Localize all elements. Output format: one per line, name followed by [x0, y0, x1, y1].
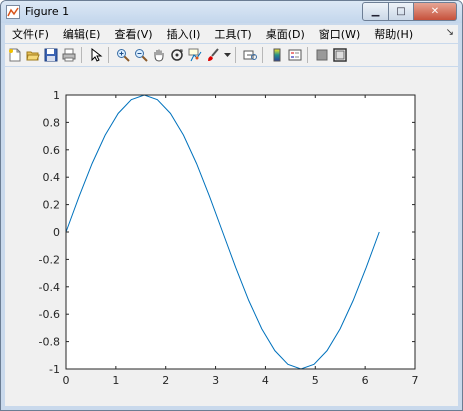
menu-insert[interactable]: 插入(I) — [160, 26, 208, 42]
menu-window[interactable]: 窗口(W) — [312, 26, 367, 42]
new-figure-icon[interactable] — [7, 47, 23, 63]
menu-bar: 文件(F) 编辑(E) 查看(V) 插入(I) 工具(T) 桌面(D) 窗口(W… — [5, 25, 458, 43]
zoom-out-icon[interactable] — [133, 47, 149, 63]
matlab-figure-icon — [6, 5, 20, 19]
minimize-button[interactable]: ▁ — [362, 2, 389, 21]
window-title: Figure 1 — [25, 5, 70, 18]
menu-help[interactable]: 帮助(H) — [367, 26, 420, 42]
toolbar-separator — [235, 47, 236, 63]
brush-dropdown-icon[interactable] — [223, 47, 231, 63]
rotate-3d-icon[interactable] — [169, 47, 185, 63]
link-plot-icon[interactable] — [242, 47, 258, 63]
y-tick-label: 0.2 — [43, 199, 61, 212]
x-tick-label: 4 — [262, 374, 269, 387]
y-tick-label: 0.6 — [43, 144, 61, 157]
dock-figure-icon[interactable]: ↘ — [446, 27, 454, 38]
menu-edit[interactable]: 编辑(E) — [56, 26, 108, 42]
toolbar-separator — [262, 47, 263, 63]
insert-legend-icon[interactable] — [287, 47, 303, 63]
y-tick-label: -0.2 — [39, 253, 60, 266]
hide-plot-tools-icon[interactable] — [314, 47, 330, 63]
figure-canvas: 0 1 2 3 4 5 6 7 1 0.8 0.6 0.4 0.2 0 -0.2 -0.4 -0.6 -0.8 -1 — [5, 67, 458, 406]
y-tick-label: 0.8 — [43, 116, 61, 129]
zoom-in-icon[interactable] — [115, 47, 131, 63]
x-tick-label: 1 — [112, 374, 119, 387]
window-controls: ▁ □ ✕ — [362, 2, 457, 21]
x-tick-label: 5 — [312, 374, 319, 387]
figure-window: Figure 1 ▁ □ ✕ 文件(F) 编辑(E) 查看(V) 插入(I) 工… — [0, 0, 463, 411]
plot-axes[interactable]: 0 1 2 3 4 5 6 7 1 0.8 0.6 0.4 0.2 0 -0.2 -0.4 -0.6 -0.8 -1 — [5, 67, 458, 406]
x-tick-label: 3 — [212, 374, 219, 387]
print-icon[interactable] — [61, 47, 77, 63]
axes-background — [66, 95, 415, 369]
data-cursor-icon[interactable] — [187, 47, 203, 63]
y-tick-label: 0 — [53, 226, 60, 239]
show-plot-tools-icon[interactable] — [332, 47, 348, 63]
title-bar[interactable]: Figure 1 ▁ □ ✕ — [1, 1, 462, 23]
menu-desktop[interactable]: 桌面(D) — [259, 26, 312, 42]
brush-icon[interactable] — [205, 47, 221, 63]
open-file-icon[interactable] — [25, 47, 41, 63]
y-tick-label: -0.6 — [39, 308, 60, 321]
x-tick-label: 7 — [412, 374, 419, 387]
toolbar-separator — [108, 47, 109, 63]
edit-plot-arrow-icon[interactable] — [88, 47, 104, 63]
y-tick-label: 0.4 — [43, 171, 61, 184]
y-tick-label: -0.4 — [39, 281, 60, 294]
x-tick-label: 2 — [162, 374, 169, 387]
y-tick-label: -1 — [49, 363, 60, 376]
pan-hand-icon[interactable] — [151, 47, 167, 63]
menu-view[interactable]: 查看(V) — [107, 26, 159, 42]
insert-colorbar-icon[interactable] — [269, 47, 285, 63]
toolbar-separator — [307, 47, 308, 63]
y-tick-label: 1 — [53, 89, 60, 102]
toolbar-separator — [81, 47, 82, 63]
save-icon[interactable] — [43, 47, 59, 63]
x-tick-label: 6 — [362, 374, 369, 387]
menu-tools[interactable]: 工具(T) — [207, 26, 258, 42]
close-button[interactable]: ✕ — [414, 2, 457, 21]
menu-file[interactable]: 文件(F) — [5, 26, 56, 42]
maximize-button[interactable]: □ — [389, 2, 414, 21]
x-tick-label: 0 — [63, 374, 70, 387]
figure-toolbar — [5, 44, 458, 66]
y-tick-label: -0.8 — [39, 336, 60, 349]
